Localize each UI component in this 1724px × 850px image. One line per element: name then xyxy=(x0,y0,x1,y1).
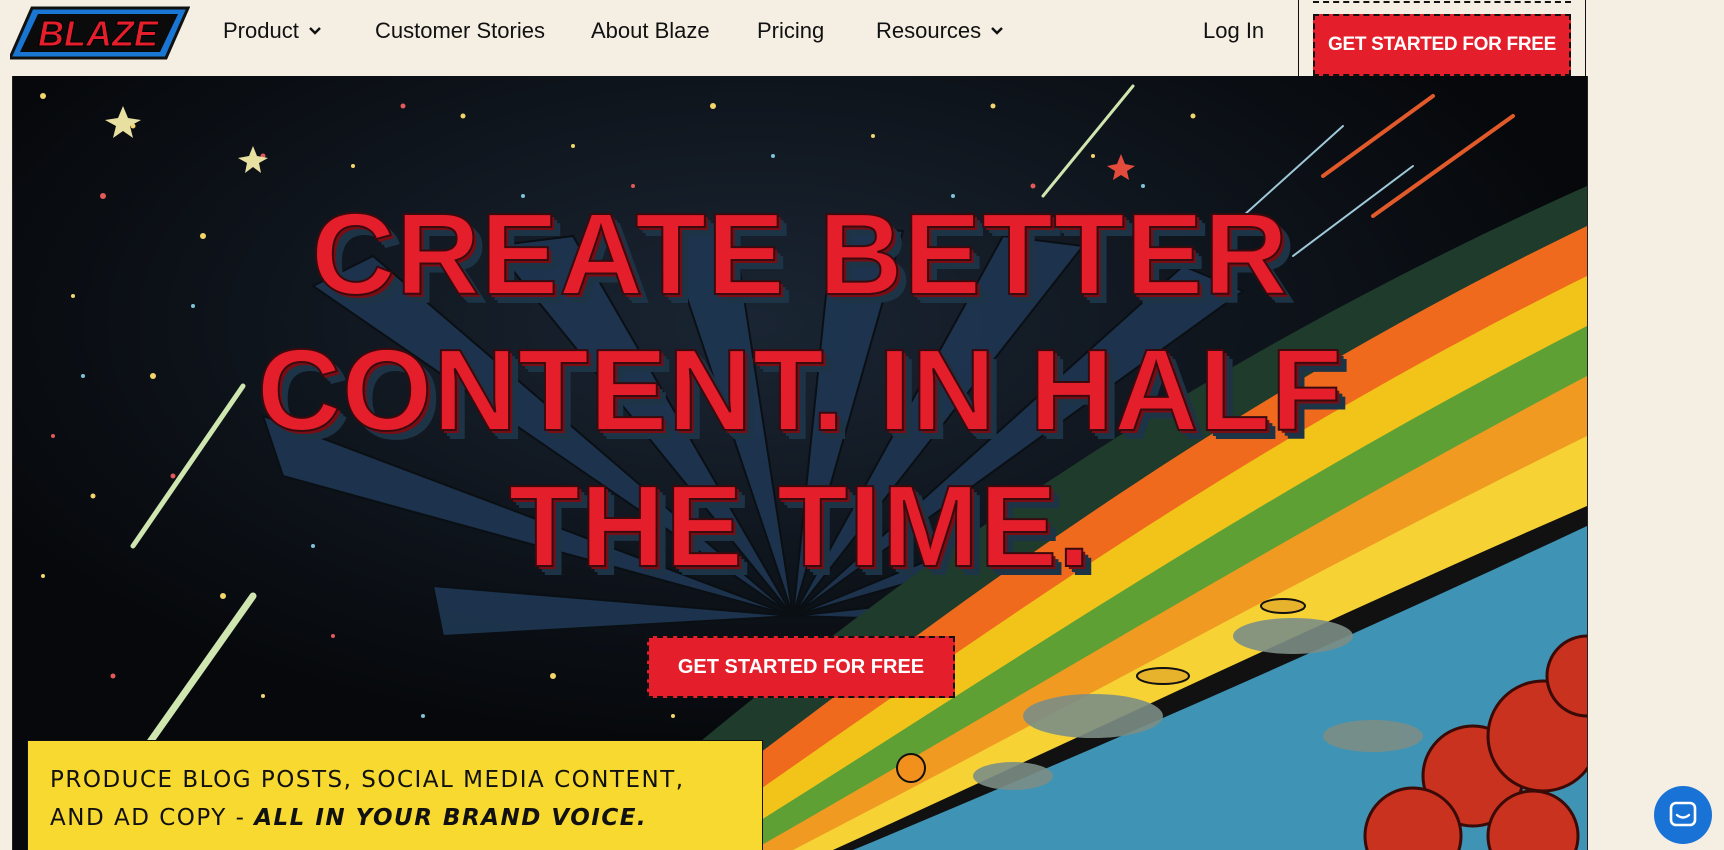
blaze-logo[interactable]: BLAZE xyxy=(7,6,191,60)
hero-section: CREATE BETTER CONTENT. IN HALF THE TIME.… xyxy=(12,76,1588,850)
svg-text:BLAZE: BLAZE xyxy=(38,13,159,54)
chevron-down-icon xyxy=(308,27,321,35)
nav-customer-stories[interactable]: Customer Stories xyxy=(375,14,545,48)
hero-caption-box: PRODUCE BLOG POSTS, SOCIAL MEDIA CONTENT… xyxy=(27,740,763,850)
nav-product[interactable]: Product xyxy=(223,14,323,48)
headline-line-2: CONTENT. IN HALF xyxy=(256,324,1343,456)
blaze-logo-mark: BLAZE xyxy=(7,6,191,60)
dashed-divider xyxy=(1313,1,1571,3)
caption-emphasis: ALL IN YOUR BRAND VOICE. xyxy=(254,805,648,831)
nav-resources[interactable]: Resources xyxy=(876,14,1005,48)
nav-resources-label: Resources xyxy=(876,18,982,43)
nav-pricing[interactable]: Pricing xyxy=(757,14,824,48)
headline-line-1: CREATE BETTER xyxy=(310,188,1289,320)
login-label: Log In xyxy=(1203,18,1265,43)
nav-product-label: Product xyxy=(223,18,299,43)
nav-pricing-label: Pricing xyxy=(757,18,825,43)
hero-headline: CREATE BETTER CONTENT. IN HALF THE TIME. xyxy=(13,186,1587,594)
nav-customer-stories-label: Customer Stories xyxy=(375,18,545,43)
header-get-started-button[interactable]: GET STARTED FOR FREE xyxy=(1313,14,1571,76)
hero-get-started-button[interactable]: GET STARTED FOR FREE xyxy=(647,636,955,698)
chat-icon xyxy=(1669,801,1697,827)
chevron-down-icon xyxy=(991,27,1004,35)
nav-about-blaze-label: About Blaze xyxy=(591,18,710,43)
login-link[interactable]: Log In xyxy=(1203,14,1264,48)
nav-about-blaze[interactable]: About Blaze xyxy=(591,14,710,48)
headline-line-3: THE TIME. xyxy=(508,460,1092,592)
chat-launcher-button[interactable] xyxy=(1654,786,1712,844)
